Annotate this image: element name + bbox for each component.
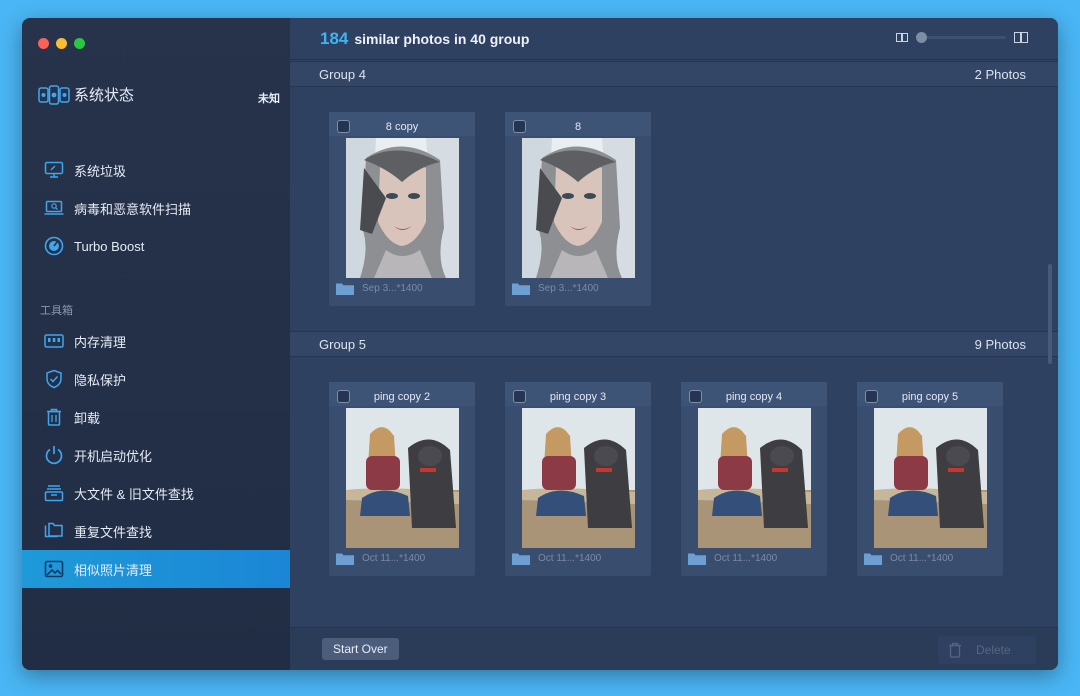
- photo-thumbnail[interactable]: [874, 408, 987, 548]
- zoom-window-button[interactable]: [74, 38, 85, 49]
- photo-name: ping copy 4: [725, 391, 783, 403]
- system-status-title: 系统状态: [74, 87, 135, 104]
- photo-card[interactable]: ping copy 3 Oct 11...*1400: [505, 382, 651, 576]
- photo-card[interactable]: 8 copy Sep 3...*1400: [329, 112, 475, 306]
- shield-check-icon: [44, 369, 64, 389]
- app-window: 系统状态 未知 系统垃圾 病毒和恶意软件扫描 Turbo Boost 工具箱 内…: [22, 18, 1058, 670]
- sidebar-item-startup[interactable]: 开机启动优化: [22, 436, 290, 474]
- sidebar-item-label: 隐私保护: [74, 372, 127, 388]
- photo-thumbnail[interactable]: [522, 138, 635, 278]
- results-header: 184 similar photos in 40 group: [290, 18, 1058, 60]
- photo-thumbnail[interactable]: [698, 408, 811, 548]
- sidebar-item-label: 开机启动优化: [74, 448, 153, 464]
- speedometer-icon: [44, 236, 64, 256]
- group-header: Group 5 9 Photos: [290, 331, 1058, 357]
- photo-thumbnail[interactable]: [522, 408, 635, 548]
- power-icon: [44, 445, 64, 465]
- large-thumbnails-icon[interactable]: [1014, 32, 1028, 43]
- sidebar-item-privacy[interactable]: 隐私保护: [22, 360, 290, 398]
- sidebar-item-label: 重复文件查找: [74, 524, 153, 540]
- sidebar-item-label: 大文件 & 旧文件查找: [74, 486, 194, 502]
- photo-name: ping copy 3: [549, 391, 607, 403]
- sidebar-item-label: 卸载: [74, 410, 101, 426]
- similar-photo-summary: similar photos in 40 group: [354, 30, 530, 47]
- toolbox-section-label: 工具箱: [40, 305, 73, 317]
- photo-meta: Oct 11...*1400: [362, 553, 426, 564]
- sidebar-item-duplicate-files[interactable]: 重复文件查找: [22, 512, 290, 550]
- sidebar-item-label: 相似照片清理: [74, 562, 153, 578]
- photo-card[interactable]: ping copy 5 Oct 11...*1400: [857, 382, 1003, 576]
- action-bar: Start Over Delete: [290, 627, 1058, 670]
- monitor-clean-icon: [44, 160, 64, 180]
- trash-icon: [949, 642, 961, 658]
- sidebar: 系统状态 未知 系统垃圾 病毒和恶意软件扫描 Turbo Boost 工具箱 内…: [22, 18, 290, 670]
- vertical-scrollbar[interactable]: [1048, 264, 1052, 364]
- trash-icon: [44, 407, 64, 427]
- system-status-icon: [38, 84, 70, 105]
- photo-name: 8 copy: [385, 121, 419, 133]
- similar-photo-count: 184: [320, 28, 349, 48]
- photo-name: ping copy 2: [373, 391, 431, 403]
- memory-icon: [44, 331, 64, 351]
- group-photo-count: 9 Photos: [974, 336, 1026, 352]
- folder-icon: [688, 553, 706, 565]
- sidebar-item-label: Turbo Boost: [74, 238, 145, 254]
- minimize-window-button[interactable]: [56, 38, 67, 49]
- main-panel: 184 similar photos in 40 group Group 4 2…: [290, 18, 1058, 670]
- sidebar-item-memory-clean[interactable]: 内存清理: [22, 322, 290, 360]
- group-photo-count: 2 Photos: [974, 66, 1026, 82]
- photo-meta: Sep 3...*1400: [538, 283, 599, 294]
- laptop-scan-icon: [44, 198, 64, 218]
- sidebar-item-system-junk[interactable]: 系统垃圾: [22, 151, 290, 189]
- start-over-button[interactable]: Start Over: [322, 638, 399, 660]
- system-status-header: 系统状态: [38, 84, 134, 105]
- photo-meta: Oct 11...*1400: [714, 553, 778, 564]
- photo-card[interactable]: ping copy 4 Oct 11...*1400: [681, 382, 827, 576]
- duplicate-folder-icon: [44, 521, 64, 541]
- file-stack-icon: [44, 483, 64, 503]
- start-over-label: Start Over: [333, 642, 388, 656]
- system-status-value: 未知: [258, 93, 280, 105]
- group-header: Group 4 2 Photos: [290, 61, 1058, 87]
- photo-meta: Oct 11...*1400: [538, 553, 602, 564]
- photo-icon: [44, 559, 64, 579]
- photo-card[interactable]: 8 Sep 3...*1400: [505, 112, 651, 306]
- photo-thumbnail[interactable]: [346, 408, 459, 548]
- delete-button[interactable]: Delete: [938, 636, 1036, 664]
- photo-groups-list[interactable]: Group 4 2 Photos 8 copy Sep 3...*1400 8 …: [290, 61, 1058, 627]
- sidebar-item-uninstall[interactable]: 卸载: [22, 398, 290, 436]
- photo-card[interactable]: ping copy 2 Oct 11...*1400: [329, 382, 475, 576]
- thumbnail-size-control: [896, 32, 1028, 43]
- folder-icon: [336, 553, 354, 565]
- thumbnail-size-slider[interactable]: [916, 32, 1006, 43]
- group-title: Group 5: [319, 336, 366, 352]
- sidebar-item-label: 系统垃圾: [74, 163, 127, 179]
- sidebar-item-large-files[interactable]: 大文件 & 旧文件查找: [22, 474, 290, 512]
- folder-icon: [336, 283, 354, 295]
- sidebar-item-malware-scan[interactable]: 病毒和恶意软件扫描: [22, 189, 290, 227]
- photo-name: 8: [574, 121, 582, 133]
- folder-icon: [512, 283, 530, 295]
- folder-icon: [512, 553, 530, 565]
- sidebar-item-label: 内存清理: [74, 334, 127, 350]
- folder-icon: [864, 553, 882, 565]
- window-controls: [38, 38, 85, 49]
- sidebar-item-label: 病毒和恶意软件扫描: [74, 201, 192, 217]
- photo-meta: Sep 3...*1400: [362, 283, 423, 294]
- group-title: Group 4: [319, 66, 366, 82]
- delete-label: Delete: [976, 643, 1011, 657]
- photo-name: ping copy 5: [901, 391, 959, 403]
- close-window-button[interactable]: [38, 38, 49, 49]
- small-thumbnails-icon[interactable]: [896, 33, 908, 42]
- photo-meta: Oct 11...*1400: [890, 553, 954, 564]
- photo-thumbnail[interactable]: [346, 138, 459, 278]
- slider-knob[interactable]: [916, 32, 927, 43]
- sidebar-item-similar-photos[interactable]: 相似照片清理: [22, 550, 290, 588]
- sidebar-item-turbo-boost[interactable]: Turbo Boost: [22, 227, 290, 265]
